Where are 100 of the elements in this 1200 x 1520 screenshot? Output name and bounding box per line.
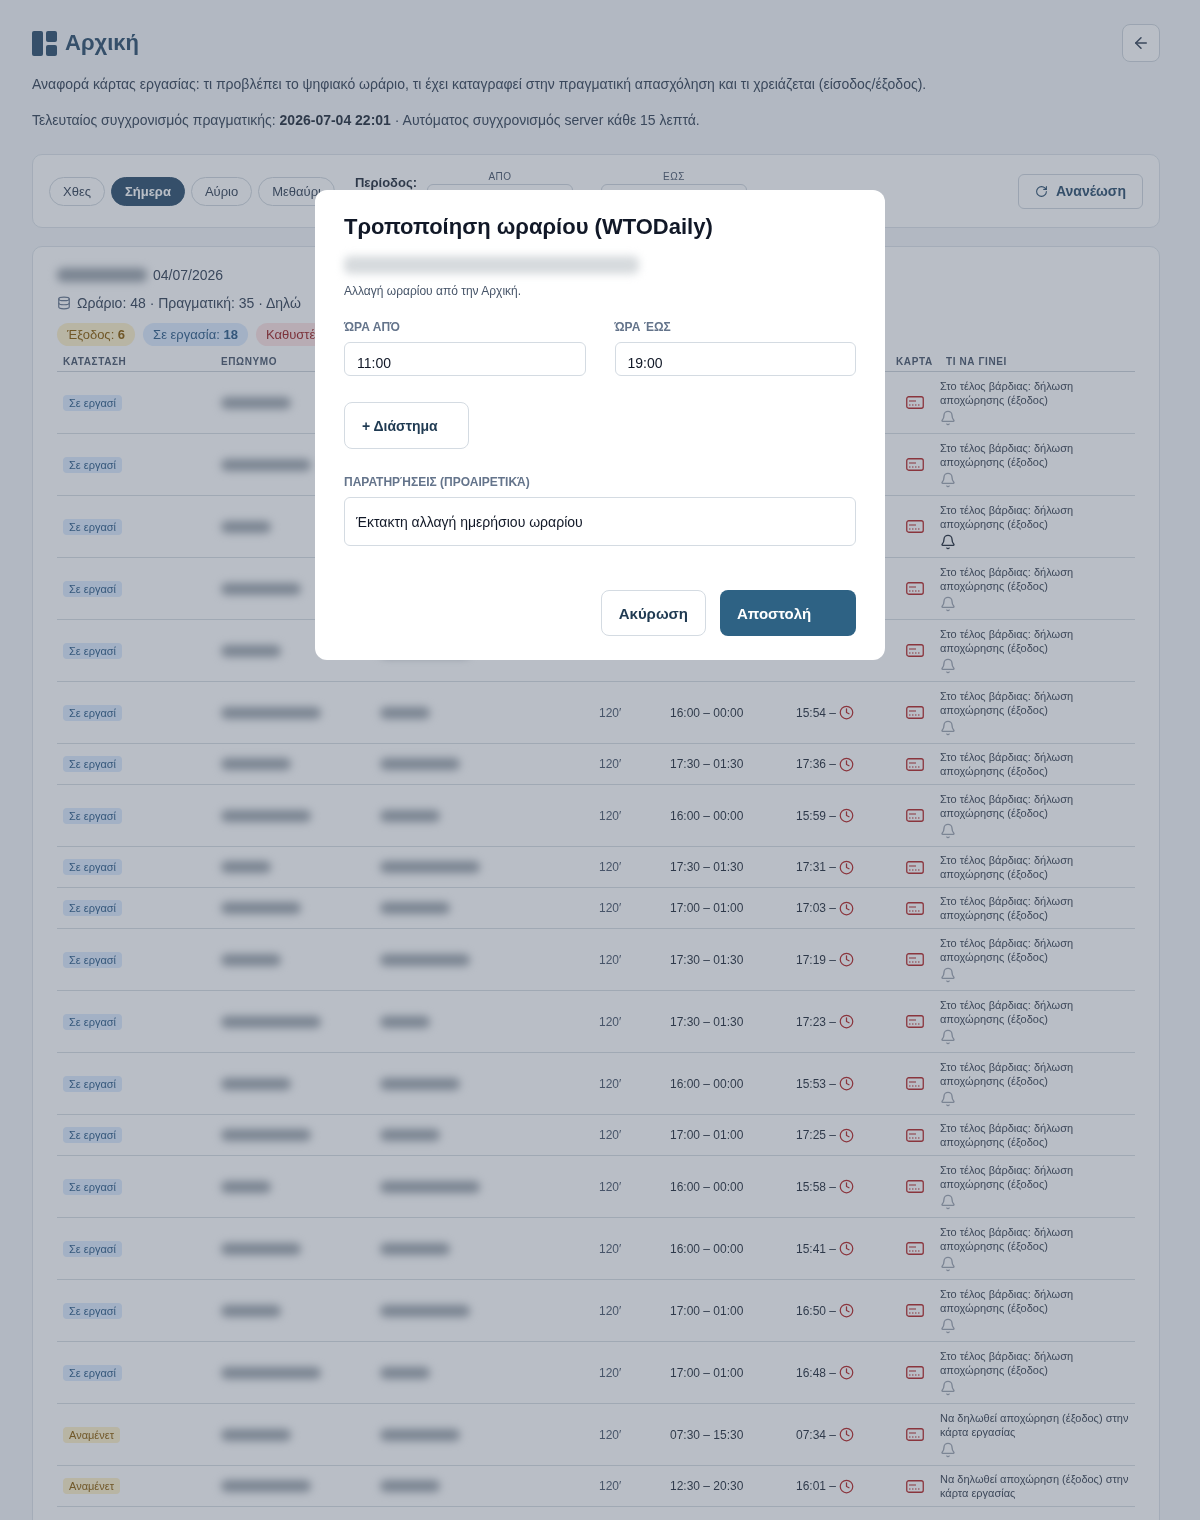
field-label: ΏΡΑ ΈΩΣ [614, 320, 672, 334]
field-label: ΠΑΡΑΤΗΡΉΣΕΙΣ (ΠΡΟΑΙΡΕΤΙΚΆ) [344, 475, 531, 489]
clock-icon [839, 1076, 855, 1091]
card-icon [906, 1304, 924, 1317]
card-icon [906, 953, 924, 966]
status-badge: Σε εργασί [63, 1013, 122, 1030]
action-text: Στο τέλος βάρδιας: δήλωση αποχώρησης (έξοδος) [940, 689, 1075, 717]
count-badge: Σε εργασία: 18 [143, 323, 248, 346]
shift-hours: 16:00 – 00:00 [669, 1179, 745, 1194]
status-badge: Σε εργασί [63, 1240, 122, 1257]
status-badge: Σε εργασί [63, 900, 122, 916]
blurred-name [380, 902, 450, 914]
shift-hours: 16:00 – 00:00 [669, 808, 745, 823]
clock-in-time: 17:36 – [796, 757, 837, 771]
shift-hours: 17:30 – 01:30 [669, 1014, 745, 1029]
card-icon [906, 1479, 924, 1493]
shift-hours: 07:30 – 15:30 [669, 1427, 745, 1442]
page-title: Αρχική [65, 30, 139, 56]
cancel-button[interactable]: Ακύρωση [600, 590, 706, 636]
card-icon [906, 1180, 924, 1193]
clock-icon [839, 1014, 855, 1029]
shift-hours: 17:00 – 01:00 [669, 1365, 745, 1380]
break-minutes: 120′ [598, 1076, 623, 1091]
day-chip[interactable]: Αύριο [190, 176, 253, 206]
blurred-name [380, 1480, 440, 1492]
action-text: Στο τέλος βάρδιας: δήλωση αποχώρησης (έξοδος) [940, 750, 1075, 778]
action-text: Να δηλωθεί αποχώρηση (έξοδος) στην κάρτα εργασίας [940, 1411, 1130, 1439]
clock-in-time: 15:53 – [796, 1076, 837, 1091]
blurred-name [221, 644, 281, 657]
clock-icon [839, 1241, 855, 1256]
break-minutes: 120′ [598, 757, 623, 771]
card-icon [906, 809, 924, 822]
blurred-name [221, 1077, 291, 1090]
back-button[interactable] [1122, 24, 1160, 62]
break-minutes: 120′ [598, 1241, 623, 1256]
card-icon [906, 520, 924, 533]
status-badge: Σε εργασί [63, 518, 122, 535]
period-label: Περίοδος: [354, 174, 417, 190]
field-label: ΏΡΑ ΑΠΌ [344, 320, 401, 334]
action-text: Στο τέλος βάρδιας: δήλωση αποχώρησης (έξοδος) [940, 627, 1075, 655]
card-icon [906, 1428, 924, 1441]
action-text: Στο τέλος βάρδιας: δήλωση αποχώρησης (έξοδος) [940, 565, 1075, 593]
clock-in-time: 17:31 – [796, 860, 837, 874]
blurred-name [221, 953, 281, 966]
clock-in-time: 15:59 – [796, 808, 837, 823]
clock-icon [839, 1427, 855, 1442]
day-chip[interactable]: Σήμερα [110, 176, 185, 206]
action-text: Στο τέλος βάρδιας: δήλωση αποχώρησης (έξοδος) [940, 792, 1075, 820]
card-icon [906, 757, 924, 771]
action-text: Στο τέλος βάρδιας: δήλωση αποχώρησης (έξοδος) [940, 1225, 1075, 1253]
add-interval-button[interactable]: + Διάστημα [344, 402, 469, 449]
time-to-field[interactable]: 19:00 [614, 342, 856, 376]
status-badge: Αναμένετ [63, 1478, 120, 1494]
sync-info: Τελευταίος συγχρονισμός πραγματικής: 2026-07-04 22:01 · Αυτόματος συγχρονισμός server κάθε 15 λεπτά. [32, 112, 701, 128]
card-icon [906, 901, 924, 915]
shift-hours: 16:00 – 00:00 [669, 1076, 745, 1091]
shift-hours: 17:00 – 01:00 [669, 1303, 745, 1318]
break-minutes: 120′ [598, 1179, 623, 1194]
action-text: Στο τέλος βάρδιας: δήλωση αποχώρησης (έξοδος) [940, 1060, 1075, 1088]
page-description: Αναφορά κάρτας εργασίας: τι προβλέπει το ψηφιακό ωράριο, τι έχει καταγραφεί στην πραγματική απασχόληση και τι χρειάζεται (είσοδος/έξοδος). [32, 76, 928, 92]
status-badge: Σε εργασί [63, 580, 122, 597]
clock-icon [839, 756, 855, 772]
column-header: ΤΙ ΝΑ ΓΙΝΕΙ [945, 356, 1008, 367]
card-icon [906, 458, 924, 471]
shift-hours: 16:00 – 00:00 [669, 705, 745, 720]
shift-hours: 17:00 – 01:00 [669, 901, 745, 915]
day-chip[interactable]: Χθες [49, 176, 105, 206]
status-badge: Σε εργασί [63, 642, 122, 659]
status-badge: Σε εργασί [63, 807, 122, 824]
blurred-name [380, 809, 440, 822]
refresh-button[interactable]: Ανανέωση [1017, 173, 1143, 209]
clock-in-time: 07:34 – [796, 1427, 837, 1442]
status-badge: Σε εργασί [63, 1127, 122, 1143]
clock-in-time: 15:58 – [796, 1179, 837, 1194]
notes-field[interactable]: Έκτακτη αλλαγή ημερήσιου ωραρίου [344, 497, 856, 546]
break-minutes: 120′ [598, 808, 623, 823]
card-icon [906, 860, 924, 874]
column-header: ΚΑΤΑΣΤΑΣΗ [62, 356, 128, 367]
status-badge: Σε εργασί [63, 704, 122, 721]
blurred-name [221, 861, 271, 873]
action-text: Στο τέλος βάρδιας: δήλωση αποχώρησης (έξοδος) [940, 379, 1075, 407]
clock-icon [839, 1303, 855, 1318]
database-icon [57, 296, 71, 310]
time-from-field[interactable]: 11:00 [344, 342, 586, 376]
clock-in-time: 15:54 – [796, 705, 837, 720]
status-badge: Αναμένετ [63, 1426, 120, 1443]
action-text: Στο τέλος βάρδιας: δήλωση αποχώρησης (έξοδος) [940, 936, 1075, 964]
status-badge: Σε εργασί [63, 951, 122, 968]
card-icon [906, 1128, 924, 1142]
break-minutes: 120′ [598, 860, 623, 874]
dialog-title: Τροποποίηση ωραρίου (WTODaily) [344, 214, 714, 240]
column-header: ΚΑΡΤΑ [895, 356, 934, 367]
break-minutes: 120′ [598, 705, 623, 720]
action-text: Στο τέλος βάρδιας: δήλωση αποχώρησης (έξοδος) [940, 503, 1075, 531]
action-text: Στο τέλος βάρδιας: δήλωση αποχώρησης (έξοδος) [940, 1121, 1075, 1149]
submit-button[interactable]: Αποστολή [720, 590, 856, 636]
bell-icon[interactable] [940, 534, 956, 550]
action-text: Στο τέλος βάρδιας: δήλωση αποχώρησης (έξοδος) [940, 998, 1075, 1026]
clock-in-time: 16:01 – [796, 1479, 837, 1493]
card-icon [906, 396, 924, 409]
